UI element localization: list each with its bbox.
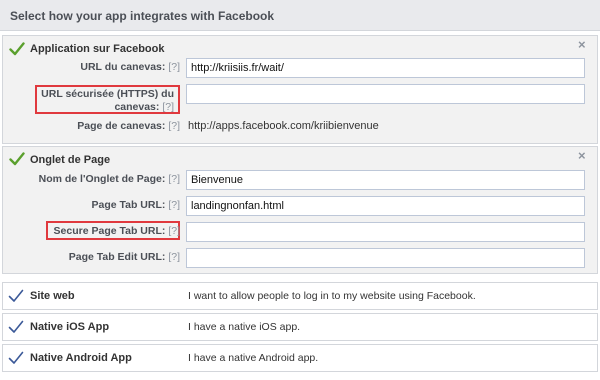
- check-icon[interactable]: [8, 351, 24, 365]
- help-link[interactable]: [?]: [168, 173, 180, 185]
- help-link[interactable]: [?]: [168, 120, 180, 132]
- close-icon[interactable]: ×: [578, 37, 586, 52]
- help-link[interactable]: [?]: [162, 101, 174, 113]
- secure-canvas-url-input[interactable]: [186, 84, 585, 104]
- option-title-ios[interactable]: Native iOS App: [30, 321, 109, 333]
- tab-url-label: Page Tab URL: [?]: [91, 199, 180, 211]
- tab-name-label: Nom de l'Onglet de Page: [?]: [38, 173, 180, 185]
- check-icon[interactable]: [8, 320, 24, 334]
- help-link[interactable]: [?]: [168, 251, 180, 263]
- tab-url-input[interactable]: [186, 196, 585, 216]
- page-title: Select how your app integrates with Face…: [10, 9, 275, 23]
- tab-edit-url-label: Page Tab Edit URL: [?]: [68, 251, 180, 263]
- help-link[interactable]: [?]: [168, 225, 180, 237]
- option-description: I have a native Android app.: [188, 352, 319, 364]
- tab-edit-url-input[interactable]: [186, 248, 585, 268]
- page-tab-title: Onglet de Page: [30, 154, 111, 166]
- canvas-url-input[interactable]: [186, 58, 585, 78]
- canvas-page-value: http://apps.facebook.com/kriibienvenue: [188, 120, 379, 132]
- secure-tab-url-input[interactable]: [186, 222, 585, 242]
- help-link[interactable]: [?]: [168, 61, 180, 73]
- tab-name-input[interactable]: [186, 170, 585, 190]
- help-link[interactable]: [?]: [168, 199, 180, 211]
- canvas-url-label: URL du canevas: [?]: [80, 61, 180, 73]
- check-icon[interactable]: [9, 152, 25, 166]
- close-icon[interactable]: ×: [578, 148, 586, 163]
- secure-canvas-url-label: URL sécurisée (HTTPS) du canevas: [?]: [41, 88, 174, 113]
- option-title-android[interactable]: Native Android App: [30, 352, 132, 364]
- secure-tab-url-label: Secure Page Tab URL: [?]: [53, 225, 180, 237]
- check-icon[interactable]: [8, 289, 24, 303]
- option-title-website[interactable]: Site web: [30, 290, 75, 302]
- canvas-page-label: Page de canevas: [?]: [77, 120, 180, 132]
- check-icon[interactable]: [9, 42, 25, 56]
- option-description: I want to allow people to log in to my w…: [188, 290, 476, 302]
- option-description: I have a native iOS app.: [188, 321, 301, 333]
- facebook-app-title: Application sur Facebook: [30, 43, 165, 55]
